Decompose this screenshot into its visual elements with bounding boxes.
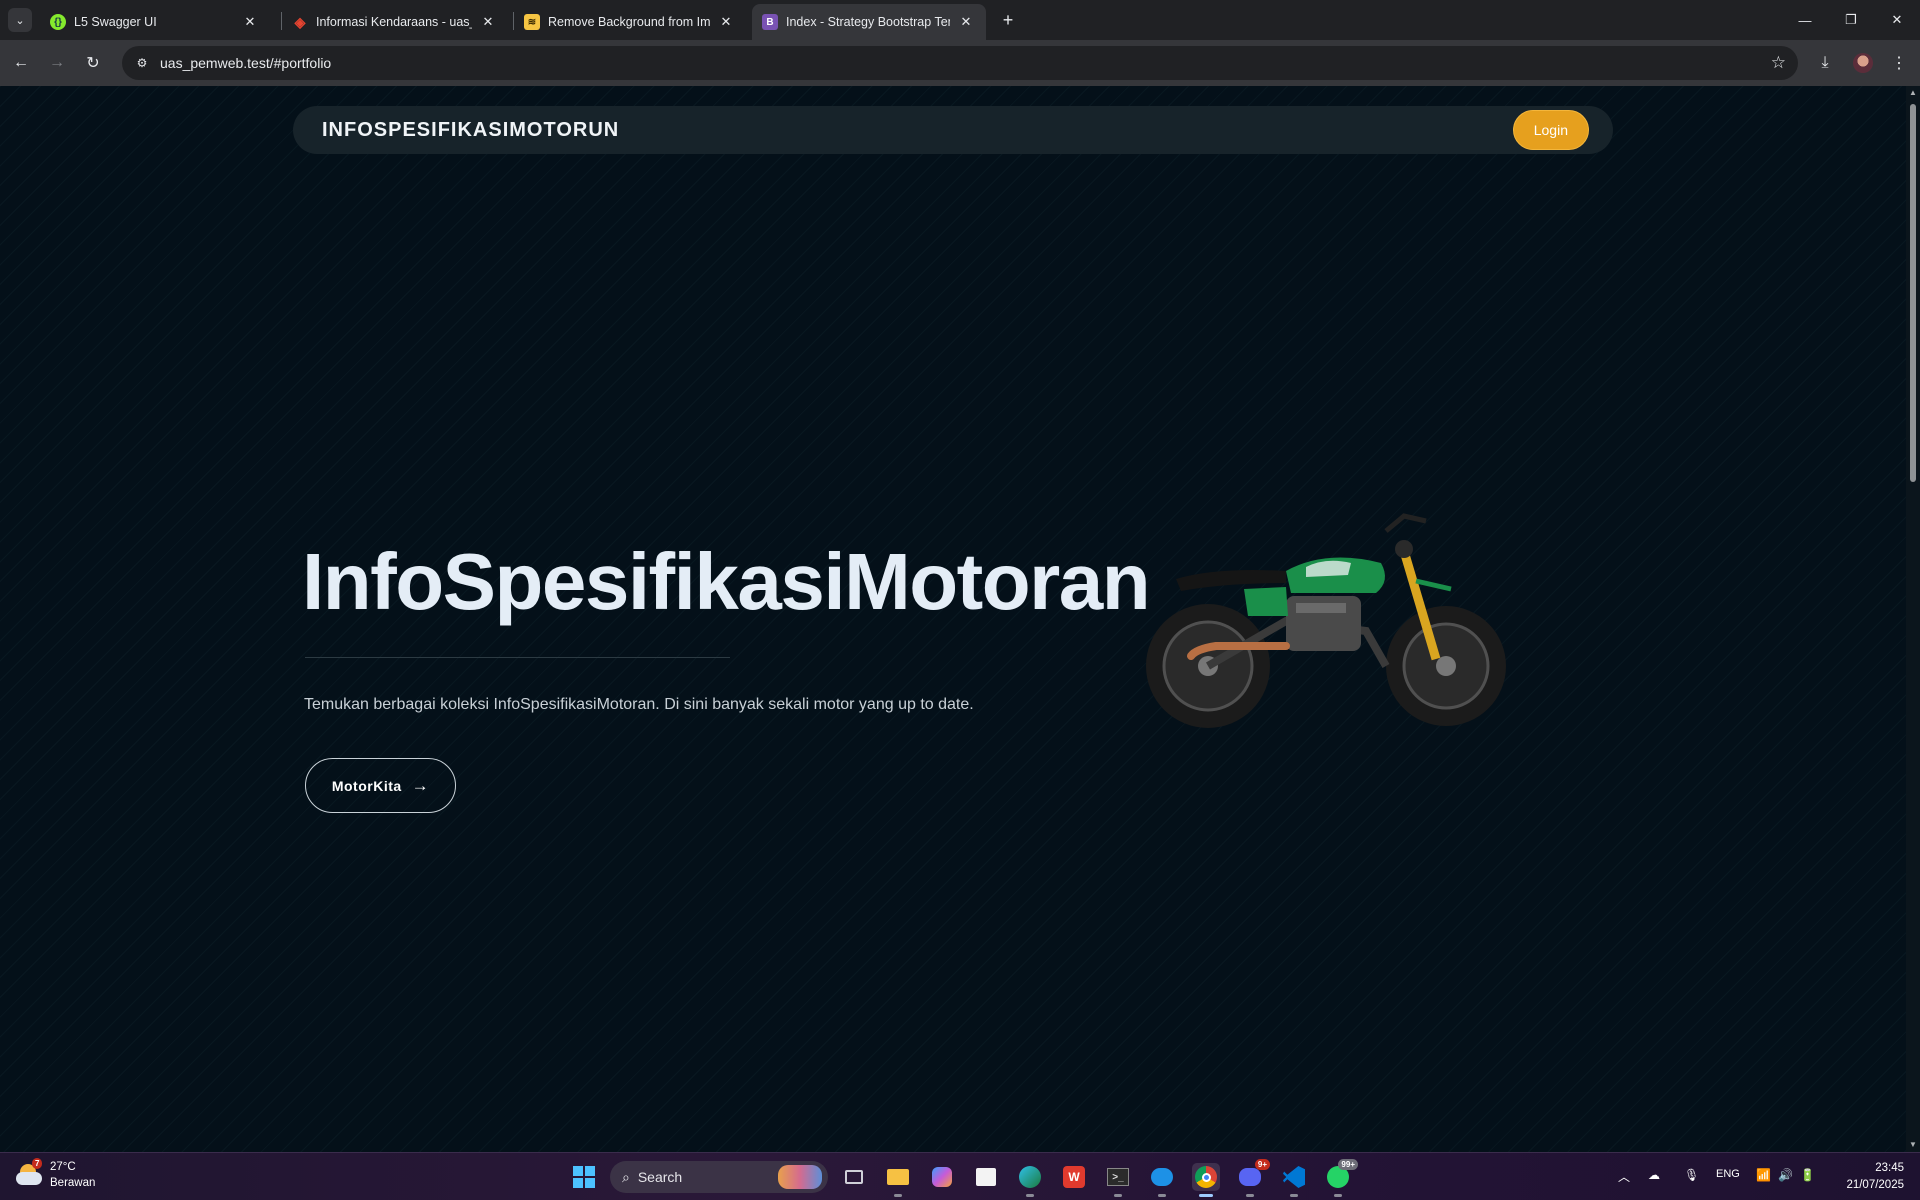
chrome-icon[interactable] [1192, 1163, 1220, 1197]
hero-divider [305, 657, 730, 658]
system-clock[interactable]: 23:45 21/07/2025 [1836, 1160, 1904, 1194]
page-scrollbar[interactable]: ▲ ▼ [1906, 86, 1920, 1152]
site-brand[interactable]: INFOSPESIFIKASIMOTORUN [322, 119, 619, 142]
tab-title: L5 Swagger UI [74, 15, 157, 29]
login-button[interactable]: Login [1512, 110, 1589, 150]
microphone-icon[interactable]: 🎙 [1684, 1168, 1699, 1182]
download-icon[interactable]: ⤓ [1812, 50, 1838, 76]
clock-date: 21/07/2025 [1846, 1179, 1904, 1191]
side-panel [1244, 587, 1288, 616]
file-explorer-icon[interactable] [884, 1163, 912, 1197]
wps-office-icon[interactable]: W [1060, 1163, 1088, 1191]
tab-title: Remove Background from Image [548, 15, 710, 29]
motorkita-button[interactable]: MotorKita → [305, 758, 456, 813]
hero-title: InfoSpesifikasiMotoran [302, 537, 1151, 626]
vscode-icon[interactable] [1280, 1163, 1308, 1197]
cta-label: MotorKita [331, 777, 402, 794]
close-icon[interactable]: ✕ [716, 14, 736, 30]
swagger-favicon-icon: {} [50, 14, 66, 30]
microsoft-store-icon[interactable] [972, 1163, 1000, 1191]
battery-icon[interactable]: 🔋 [1800, 1168, 1815, 1182]
taskbar-search-input[interactable]: ⌕ Search [610, 1161, 828, 1193]
search-icon: ⌕ [622, 1168, 630, 1185]
weather-widget[interactable]: 7 27°C Berawan [14, 1158, 96, 1191]
url-text[interactable]: uas_pemweb.test/#portfolio [160, 55, 331, 71]
terminal-icon[interactable]: >_ [1104, 1163, 1132, 1197]
clock-time: 23:45 [1875, 1162, 1904, 1174]
whatsapp-notification-badge: 99+ [1338, 1159, 1358, 1170]
front-fender [1415, 578, 1452, 592]
bookmark-star-icon[interactable]: ☆ [1771, 53, 1786, 73]
reload-icon[interactable]: ↻ [80, 50, 106, 76]
copilot-icon[interactable] [928, 1163, 956, 1191]
kebab-menu-icon[interactable]: ⋮ [1886, 50, 1912, 76]
bootstrap-favicon-icon: B [762, 14, 778, 30]
new-tab-plus-icon[interactable]: + [996, 8, 1020, 32]
minimize-icon[interactable]: — [1782, 0, 1828, 40]
weather-temperature: 27°C [50, 1161, 76, 1173]
restore-icon[interactable]: ❐ [1828, 0, 1874, 40]
onedrive-cloud-icon[interactable]: ☁ [1648, 1168, 1660, 1182]
volume-icon[interactable]: 🔊 [1778, 1168, 1793, 1182]
laravel-favicon-icon: ◈ [294, 13, 306, 30]
handlebar [1384, 513, 1427, 533]
discord-notification-badge: 9+ [1254, 1159, 1270, 1170]
engine-fins [1296, 603, 1346, 613]
windows-start-icon[interactable] [570, 1163, 598, 1191]
tab-title: Index - Strategy Bootstrap Template [786, 15, 950, 29]
weather-alert-badge: 7 [32, 1158, 43, 1169]
tab-remove-background[interactable]: ≋ Remove Background from Image ✕ [514, 4, 746, 40]
show-hidden-icons-chevron-icon[interactable]: ︿ [1618, 1168, 1630, 1185]
search-highlight-icon [778, 1165, 822, 1189]
browser-toolbar: ← → ↻ ⚙ uas_pemweb.test/#portfolio ☆ ⤓ ⋮ [0, 40, 1920, 86]
page-viewport: INFOSPESIFIKASIMOTORUN Login InfoSpesifi… [0, 86, 1906, 1152]
close-icon[interactable]: ✕ [956, 14, 976, 30]
browser-tab-bar: ⌄ {} L5 Swagger UI ✕ ◈ Informasi Kendara… [0, 0, 1920, 40]
discord-icon[interactable]: 9+ [1236, 1159, 1270, 1197]
docker-icon[interactable] [1148, 1163, 1176, 1197]
search-placeholder: Search [637, 1169, 683, 1185]
task-view-icon[interactable] [840, 1163, 868, 1191]
windows-taskbar: 7 27°C Berawan ⌕ Search W >_ 9+ 99+ ︿ ☁ … [0, 1152, 1920, 1200]
wifi-icon[interactable]: 📶 [1756, 1168, 1771, 1182]
removebg-favicon-icon: ≋ [524, 14, 540, 30]
forward-arrow-icon[interactable]: → [44, 50, 70, 76]
scroll-thumb[interactable] [1910, 104, 1916, 482]
site-settings-icon[interactable]: ⚙ [132, 53, 152, 73]
hero-description: Temukan berbagai koleksi InfoSpesifikasi… [304, 696, 974, 713]
edge-icon[interactable] [1016, 1163, 1044, 1197]
profile-avatar[interactable] [1850, 50, 1876, 76]
scroll-down-icon[interactable]: ▼ [1908, 1140, 1918, 1150]
tab-swagger[interactable]: {} L5 Swagger UI ✕ [40, 4, 270, 40]
address-bar[interactable]: ⚙ uas_pemweb.test/#portfolio ☆ [122, 46, 1798, 80]
tab-search-chevron-icon[interactable]: ⌄ [8, 8, 32, 32]
scroll-up-icon[interactable]: ▲ [1908, 88, 1918, 98]
whatsapp-icon[interactable]: 99+ [1324, 1159, 1358, 1197]
back-arrow-icon[interactable]: ← [8, 50, 34, 76]
motorcycle-image [1146, 513, 1506, 728]
front-hub [1436, 656, 1456, 676]
tab-title: Informasi Kendaraans - uas_pemweb [316, 15, 472, 29]
site-navbar: INFOSPESIFIKASIMOTORUN Login [293, 106, 1613, 154]
tab-strategy-template[interactable]: B Index - Strategy Bootstrap Template ✕ [752, 4, 986, 40]
arrow-right-icon: → [411, 775, 430, 795]
cloudy-weather-icon: 7 [14, 1158, 44, 1190]
close-icon[interactable]: ✕ [240, 14, 260, 30]
language-indicator[interactable]: ENG [1716, 1168, 1740, 1180]
window-close-icon[interactable]: ✕ [1874, 0, 1920, 40]
avatar [1853, 53, 1873, 73]
weather-description: Berawan [50, 1177, 96, 1189]
headlight [1395, 540, 1413, 558]
close-icon[interactable]: ✕ [478, 14, 498, 30]
tab-informasi-kendaraans[interactable]: ◈ Informasi Kendaraans - uas_pemweb ✕ [282, 4, 508, 40]
